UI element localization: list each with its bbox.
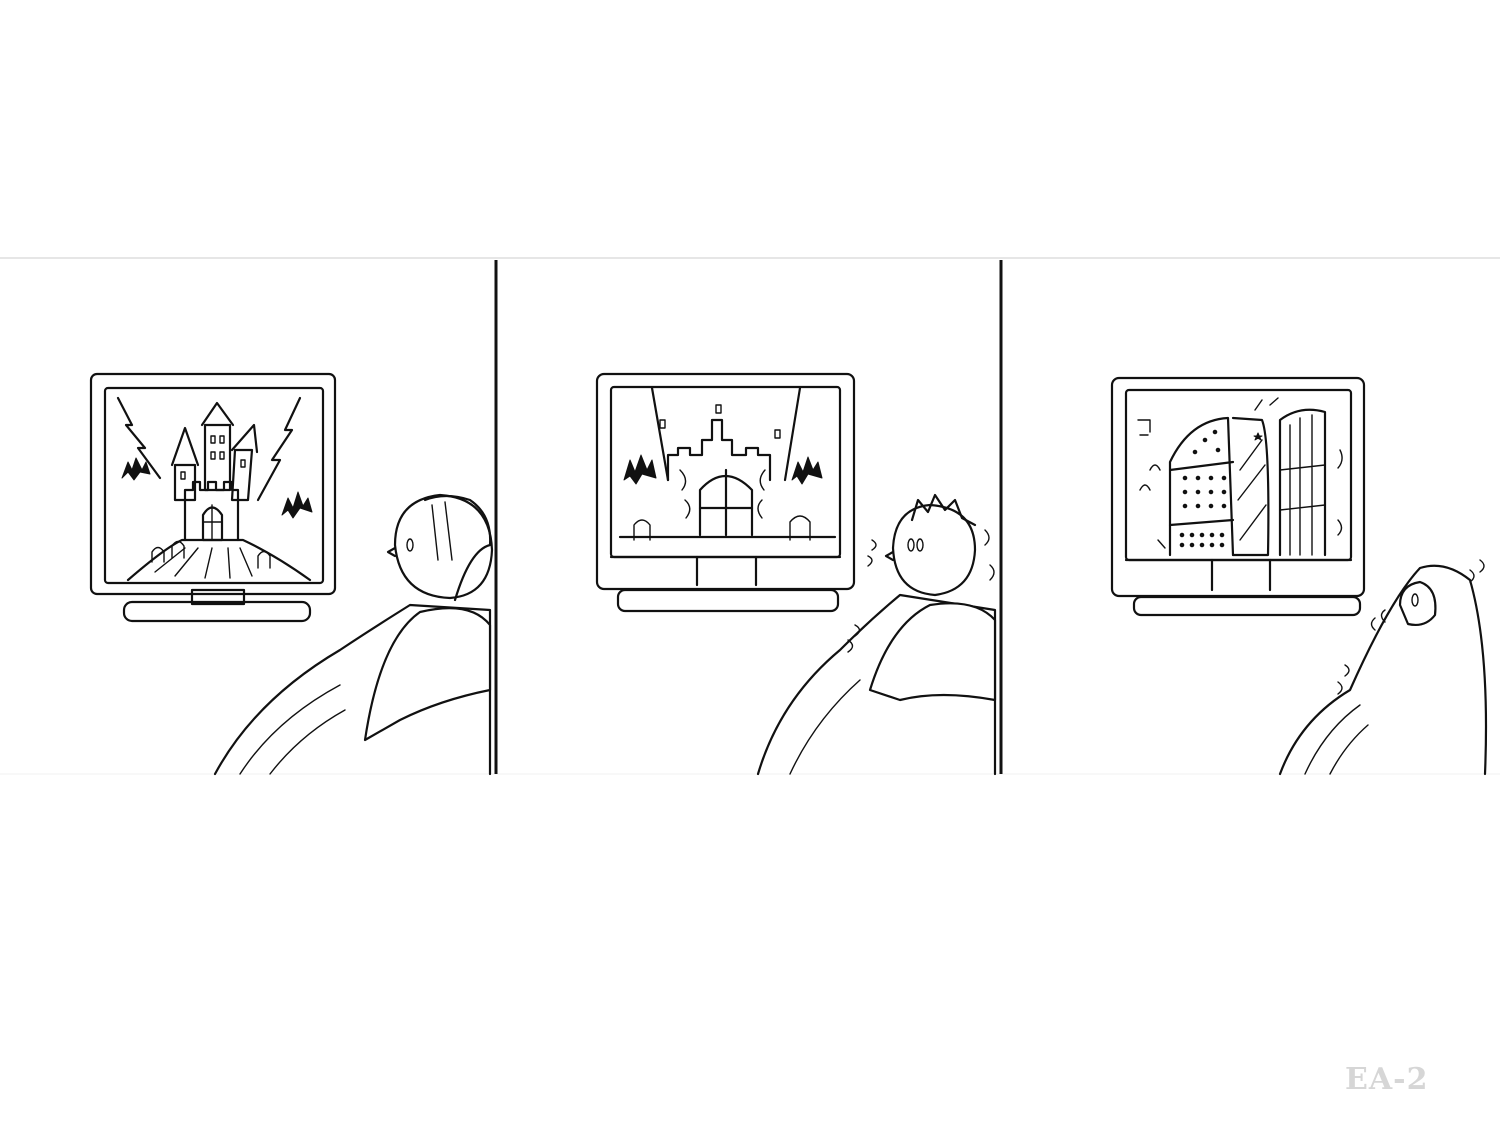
tv-3-door-scene (1137, 397, 1343, 557)
door-studs (1179, 429, 1227, 548)
viewer-3 (1278, 559, 1488, 776)
tv-1-castle-scene (116, 396, 313, 582)
tv-3 (1110, 376, 1366, 617)
panel-3 (1110, 376, 1488, 776)
comic-strip (0, 257, 1500, 776)
tv-2-gate-scene (618, 386, 837, 541)
panel-2 (595, 372, 997, 776)
figure-label: EA-2 (1345, 1062, 1429, 1097)
viewer-1 (213, 493, 494, 776)
panel-1 (89, 372, 494, 776)
